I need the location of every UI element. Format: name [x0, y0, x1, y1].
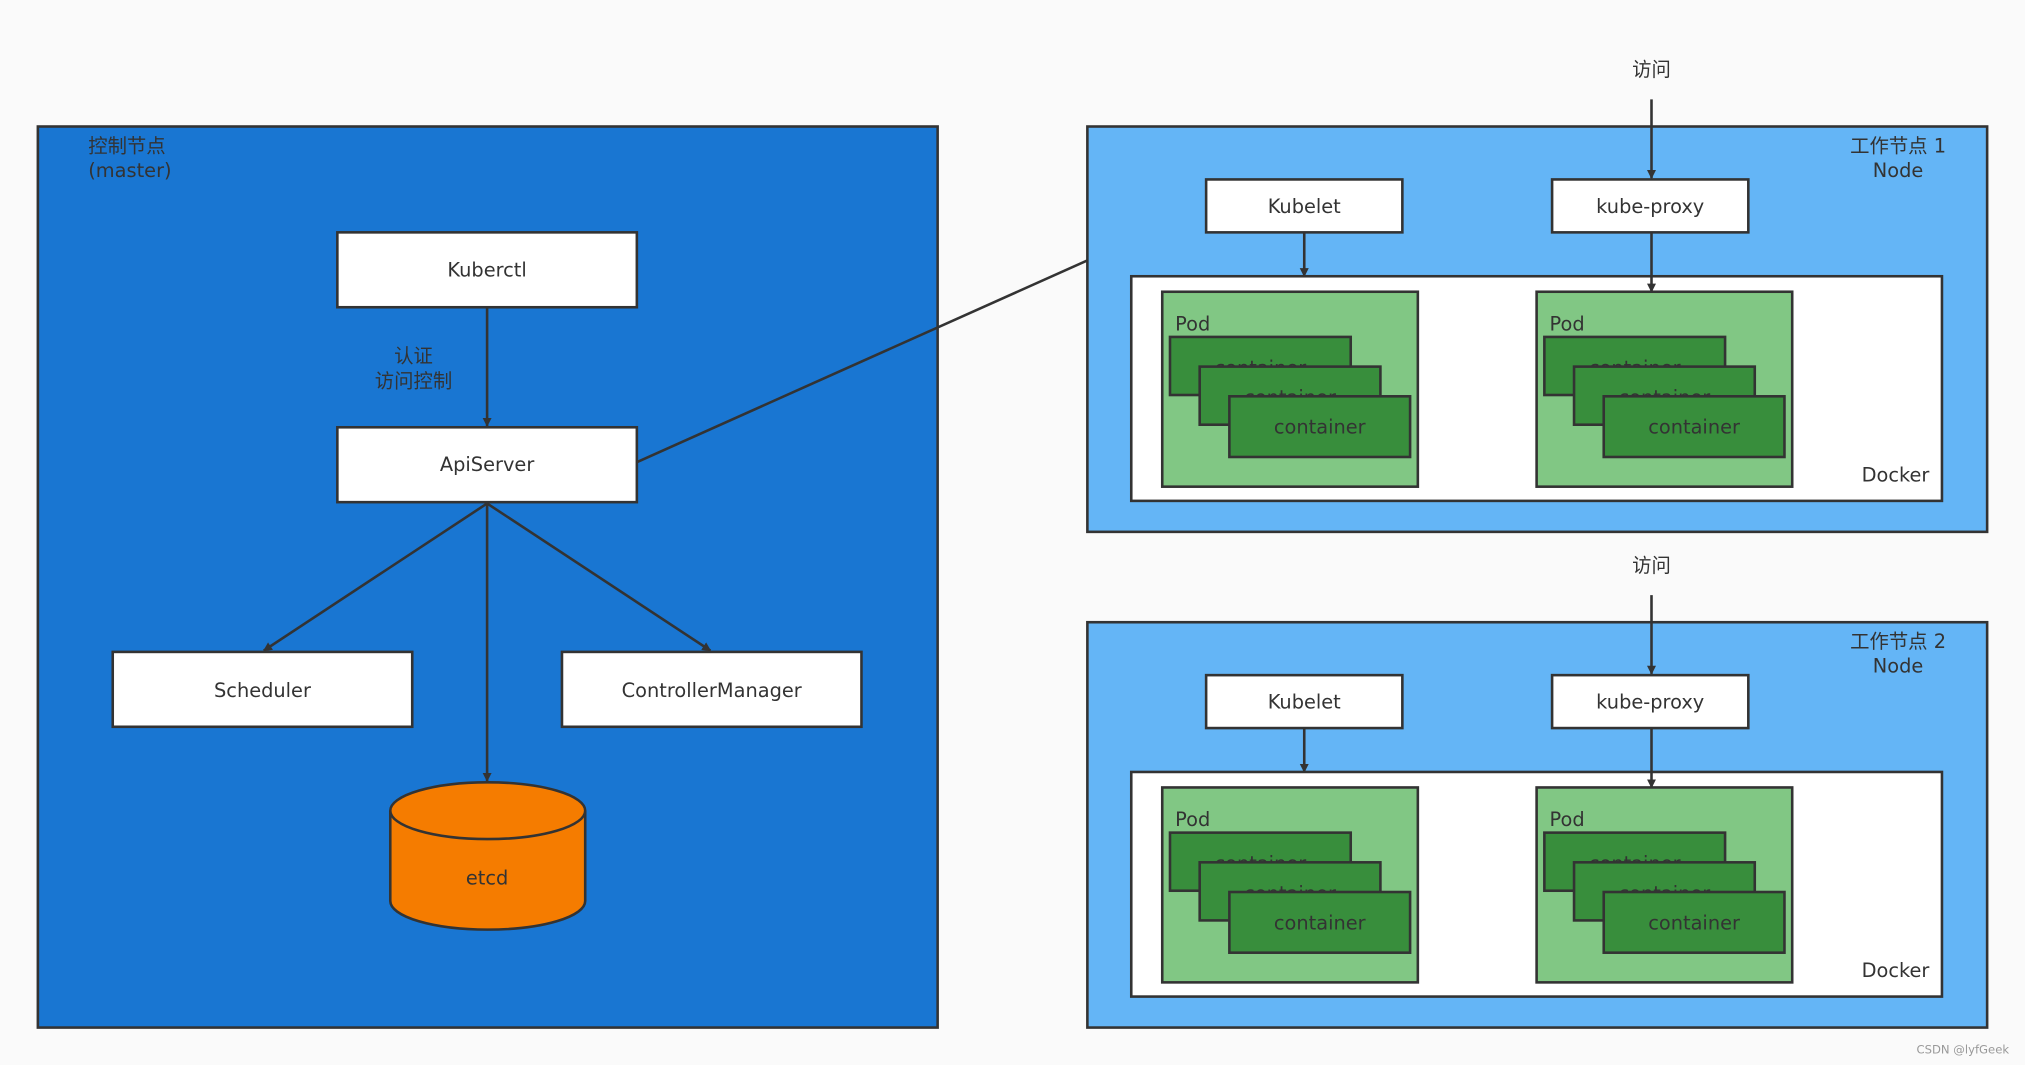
- docker-label: Docker: [1862, 464, 1930, 487]
- container-label: container: [1648, 416, 1740, 439]
- worker-node-1: 工作节点 1Node 访问 Kubelet kube-proxy Docker Pod co…: [1086, 58, 1989, 534]
- pod-label: Pod: [1550, 808, 1585, 831]
- kuberctl-node[interactable]: Kuberctl: [336, 231, 639, 309]
- access-control-label: 访问控制: [375, 369, 452, 392]
- kubelet-node[interactable]: Kubelet: [1204, 673, 1404, 730]
- etcd-database[interactable]: etcd: [388, 781, 587, 931]
- worker-node-subtitle: Node: [1873, 655, 1924, 678]
- controller-manager-label: ControllerManager: [622, 679, 802, 702]
- apiserver-node[interactable]: ApiServer: [336, 426, 639, 504]
- worker-node-title: 工作节点 2: [1850, 630, 1946, 653]
- pod[interactable]: Podcontainercontainercontainer: [1535, 786, 1794, 984]
- etcd-label: etcd: [466, 866, 508, 889]
- access-label: 访问: [1632, 554, 1671, 577]
- container[interactable]: container: [1228, 890, 1412, 954]
- worker-node-title: 工作节点 1: [1850, 134, 1946, 157]
- watermark: CSDN @lyfGeek: [1916, 1042, 2009, 1056]
- apiserver-label: ApiServer: [440, 453, 534, 476]
- controller-manager-node[interactable]: ControllerManager: [560, 650, 863, 729]
- master-node: 控制节点 (master) Kuberctl 认证 访问控制 ApiServer…: [36, 125, 939, 1029]
- master-subtitle: (master): [88, 159, 171, 182]
- kubernetes-architecture-diagram: 控制节点 (master) Kuberctl 认证 访问控制 ApiServer…: [0, 0, 2025, 1065]
- worker-node-subtitle: Node: [1873, 159, 1924, 182]
- kube-proxy-node[interactable]: kube-proxy: [1550, 178, 1750, 234]
- kubelet-label: Kubelet: [1268, 195, 1341, 218]
- kube-proxy-label: kube-proxy: [1596, 691, 1704, 714]
- pod-label: Pod: [1550, 312, 1585, 335]
- container-label: container: [1648, 911, 1740, 934]
- container[interactable]: container: [1602, 395, 1786, 459]
- auth-label: 认证: [394, 345, 433, 368]
- container[interactable]: container: [1228, 395, 1412, 459]
- master-title: 控制节点: [88, 134, 165, 157]
- worker-node-2: 工作节点 2Node 访问 Kubelet kube-proxy Docker Pod co…: [1086, 554, 1989, 1029]
- docker-label: Docker: [1862, 959, 1930, 982]
- pod[interactable]: Podcontainercontainercontainer: [1535, 290, 1794, 488]
- container[interactable]: container: [1602, 890, 1786, 954]
- pod-label: Pod: [1175, 808, 1210, 831]
- pod[interactable]: Podcontainercontainercontainer: [1160, 290, 1420, 488]
- container-label: container: [1274, 911, 1366, 934]
- etcd-cylinder-top: [388, 781, 587, 841]
- kube-proxy-node[interactable]: kube-proxy: [1550, 673, 1750, 730]
- access-label: 访问: [1632, 58, 1671, 81]
- kubelet-label: Kubelet: [1268, 691, 1341, 714]
- pod[interactable]: Podcontainercontainercontainer: [1160, 786, 1420, 984]
- container-label: container: [1274, 416, 1366, 439]
- kube-proxy-label: kube-proxy: [1596, 195, 1704, 218]
- kuberctl-label: Kuberctl: [447, 258, 526, 281]
- pod-label: Pod: [1175, 312, 1210, 335]
- scheduler-node[interactable]: Scheduler: [111, 650, 414, 729]
- kubelet-node[interactable]: Kubelet: [1204, 178, 1404, 234]
- scheduler-label: Scheduler: [214, 679, 311, 702]
